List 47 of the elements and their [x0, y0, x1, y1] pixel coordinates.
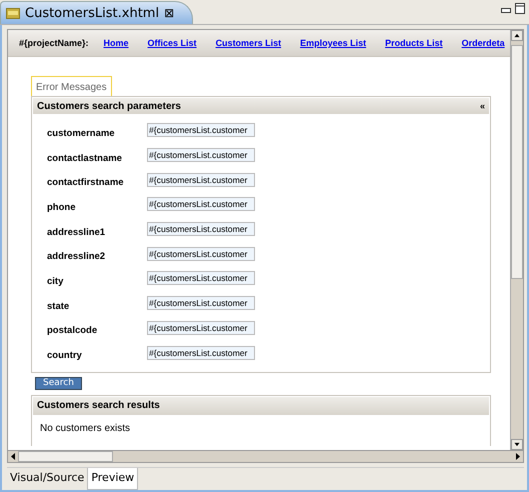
input-field[interactable]: #{customersList.customer: [147, 346, 255, 360]
editor-mode-tab[interactable]: Preview: [87, 468, 138, 490]
editor-tab-title: CustomersList.xhtml: [25, 6, 160, 20]
project-name: #{projectName}:: [19, 38, 89, 48]
close-button[interactable]: ⊠: [164, 6, 174, 20]
field-label: postalcode: [47, 325, 98, 336]
input-field[interactable]: #{customersList.customer: [147, 172, 255, 187]
editor-tab[interactable]: CustomersList.xhtml ⊠: [0, 1, 194, 24]
nav-link[interactable]: Orderdeta: [462, 38, 505, 48]
field-label: phone: [47, 202, 76, 213]
panel-title: Customers search results: [37, 400, 160, 412]
input-field[interactable]: #{customersList.customer: [147, 123, 255, 138]
horizontal-scrollbar[interactable]: [7, 450, 524, 464]
scroll-up-icon[interactable]: [511, 30, 523, 41]
scroll-down-icon[interactable]: [511, 439, 523, 450]
input-field[interactable]: #{customersList.customer: [147, 197, 255, 212]
field-label: contactlastname: [47, 152, 123, 164]
input-field[interactable]: #{customersList.customer: [147, 148, 255, 162]
nav-link[interactable]: Offices List: [148, 38, 197, 48]
field-label: country: [47, 350, 83, 362]
nav-link[interactable]: Customers List: [216, 38, 282, 48]
field-label: customername: [47, 128, 116, 139]
input-field[interactable]: #{customersList.customer: [147, 271, 255, 286]
vertical-scrollbar[interactable]: [510, 30, 523, 450]
field-label: contactfirstname: [47, 177, 125, 188]
input-field[interactable]: #{customersList.customer: [147, 222, 255, 236]
editor-mode-tab[interactable]: Visual/Source: [7, 468, 88, 490]
nav-link[interactable]: Employees List: [300, 38, 366, 48]
field-label: state: [47, 300, 70, 312]
input-field[interactable]: #{customersList.customer: [147, 246, 255, 261]
field-label: addressline2: [47, 251, 106, 262]
field-label: city: [47, 276, 64, 287]
nav-link[interactable]: Home: [104, 38, 129, 48]
input-field[interactable]: #{customersList.customer: [147, 296, 255, 310]
scroll-thumb[interactable]: [511, 45, 523, 279]
field-label: addressline1: [47, 226, 106, 238]
maximize-icon[interactable]: [515, 3, 525, 14]
empty-message: No customers exists: [39, 422, 132, 436]
file-icon: [6, 7, 20, 19]
minimize-icon[interactable]: [501, 8, 511, 14]
input-field[interactable]: #{customersList.customer: [147, 320, 255, 335]
error-messages-tab[interactable]: Error Messages: [31, 76, 112, 96]
panel-title: Customers search parameters: [37, 100, 181, 112]
nav-link[interactable]: Products List: [385, 38, 443, 48]
scroll-thumb[interactable]: [18, 451, 113, 462]
collapse-button[interactable]: «: [480, 101, 485, 111]
search-button[interactable]: Search: [35, 376, 82, 390]
